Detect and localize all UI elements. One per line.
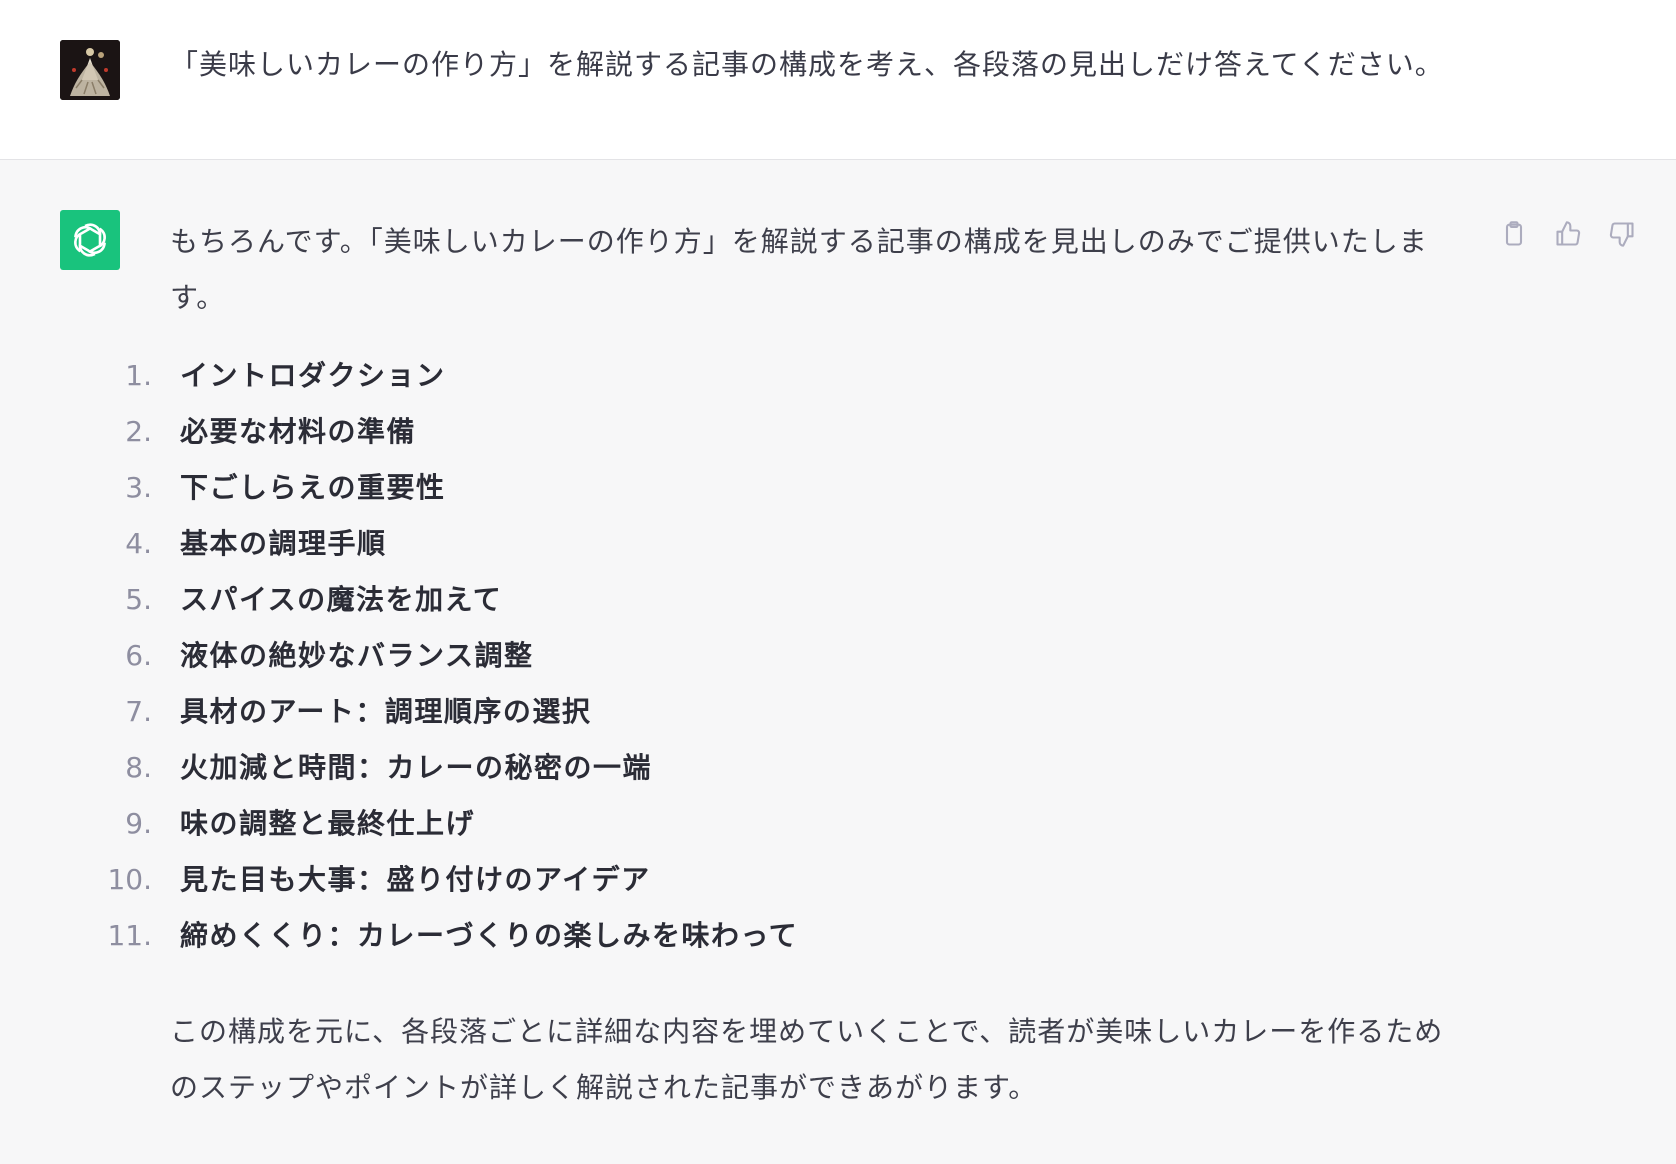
list-item-text: イントロダクション: [180, 359, 446, 392]
list-item-text: 液体の絶妙なバランス調整: [180, 639, 534, 672]
list-item: 5. スパイスの魔法を加えて: [125, 572, 1470, 628]
list-item: 7. 具材のアート：調理順序の選択: [125, 684, 1470, 740]
chat-page: 「美味しいカレーの作り方」を解説する記事の構成を考え、各段落の見出しだけ答えてく…: [0, 0, 1676, 1164]
list-item: 9. 味の調整と最終仕上げ: [125, 796, 1470, 852]
list-item: 2. 必要な材料の準備: [125, 404, 1470, 460]
assistant-intro-text: もちろんです。「美味しいカレーの作り方」を解説する記事の構成を見出しのみでご提供…: [170, 225, 1428, 314]
thumbs-down-icon: [1609, 222, 1634, 247]
list-item-number: 8.: [125, 751, 152, 784]
list-item-text: スパイスの魔法を加えて: [180, 583, 503, 616]
list-item: 6. 液体の絶妙なバランス調整: [125, 628, 1470, 684]
list-item-text: 下ごしらえの重要性: [180, 471, 446, 504]
thumbs-up-button[interactable]: [1550, 216, 1586, 252]
list-item-number: 2.: [125, 415, 152, 448]
list-item: 1. イントロダクション: [125, 348, 1470, 404]
list-item: 8. 火加減と時間：カレーの秘密の一端: [125, 740, 1470, 796]
user-avatar: [60, 40, 120, 100]
list-item-text: 見た目も大事：盛り付けのアイデア: [180, 863, 651, 896]
list-item-text: 味の調整と最終仕上げ: [180, 807, 476, 840]
headings-list: 1. イントロダクション 2. 必要な材料の準備 3. 下ごしらえの重要性 4. 基本の…: [107, 348, 1470, 964]
list-item-text: 必要な材料の準備: [180, 415, 417, 448]
list-item: 3. 下ごしらえの重要性: [125, 460, 1470, 516]
list-item-number: 6.: [125, 639, 152, 672]
list-item-number: 7.: [125, 695, 152, 728]
message-actions: [1496, 216, 1640, 252]
user-avatar-image: [60, 40, 120, 100]
list-item: 11. 締めくくり：カレーづくりの楽しみを味わって: [107, 908, 1470, 964]
list-item: 4. 基本の調理手順: [125, 516, 1470, 572]
list-item-text: 火加減と時間：カレーの秘密の一端: [180, 751, 653, 784]
clipboard-icon: [1505, 221, 1523, 246]
user-message-row: 「美味しいカレーの作り方」を解説する記事の構成を考え、各段落の見出しだけ答えてく…: [0, 0, 1676, 160]
thumbs-down-button[interactable]: [1604, 216, 1640, 252]
assistant-message-row: もちろんです。「美味しいカレーの作り方」を解説する記事の構成を見出しのみでご提供…: [0, 160, 1676, 1164]
assistant-outro-text: この構成を元に、各段落ごとに詳細な内容を埋めていくことで、読者が美味しいカレーを…: [170, 1015, 1444, 1104]
assistant-message-content: もちろんです。「美味しいカレーの作り方」を解説する記事の構成を見出しのみでご提供…: [107, 214, 1470, 1116]
user-message-text: 「美味しいカレーの作り方」を解説する記事の構成を考え、各段落の見出しだけ答えてく…: [170, 48, 1444, 81]
list-item-number: 11.: [107, 919, 152, 952]
list-item-number: 5.: [125, 583, 152, 616]
list-item-number: 1.: [125, 359, 152, 392]
thumbs-up-icon: [1556, 221, 1581, 246]
list-item-number: 9.: [125, 807, 152, 840]
list-item-text: 基本の調理手順: [180, 527, 387, 560]
assistant-avatar: [60, 210, 120, 270]
list-item-number: 3.: [125, 471, 152, 504]
list-item-text: 締めくくり：カレーづくりの楽しみを味わって: [180, 919, 799, 952]
list-item-number: 10.: [107, 863, 152, 896]
openai-logo-icon: [74, 223, 106, 257]
list-item: 10. 見た目も大事：盛り付けのアイデア: [107, 852, 1470, 908]
list-item-number: 4.: [125, 527, 152, 560]
copy-button[interactable]: [1496, 216, 1532, 252]
list-item-text: 具材のアート：調理順序の選択: [180, 695, 592, 728]
